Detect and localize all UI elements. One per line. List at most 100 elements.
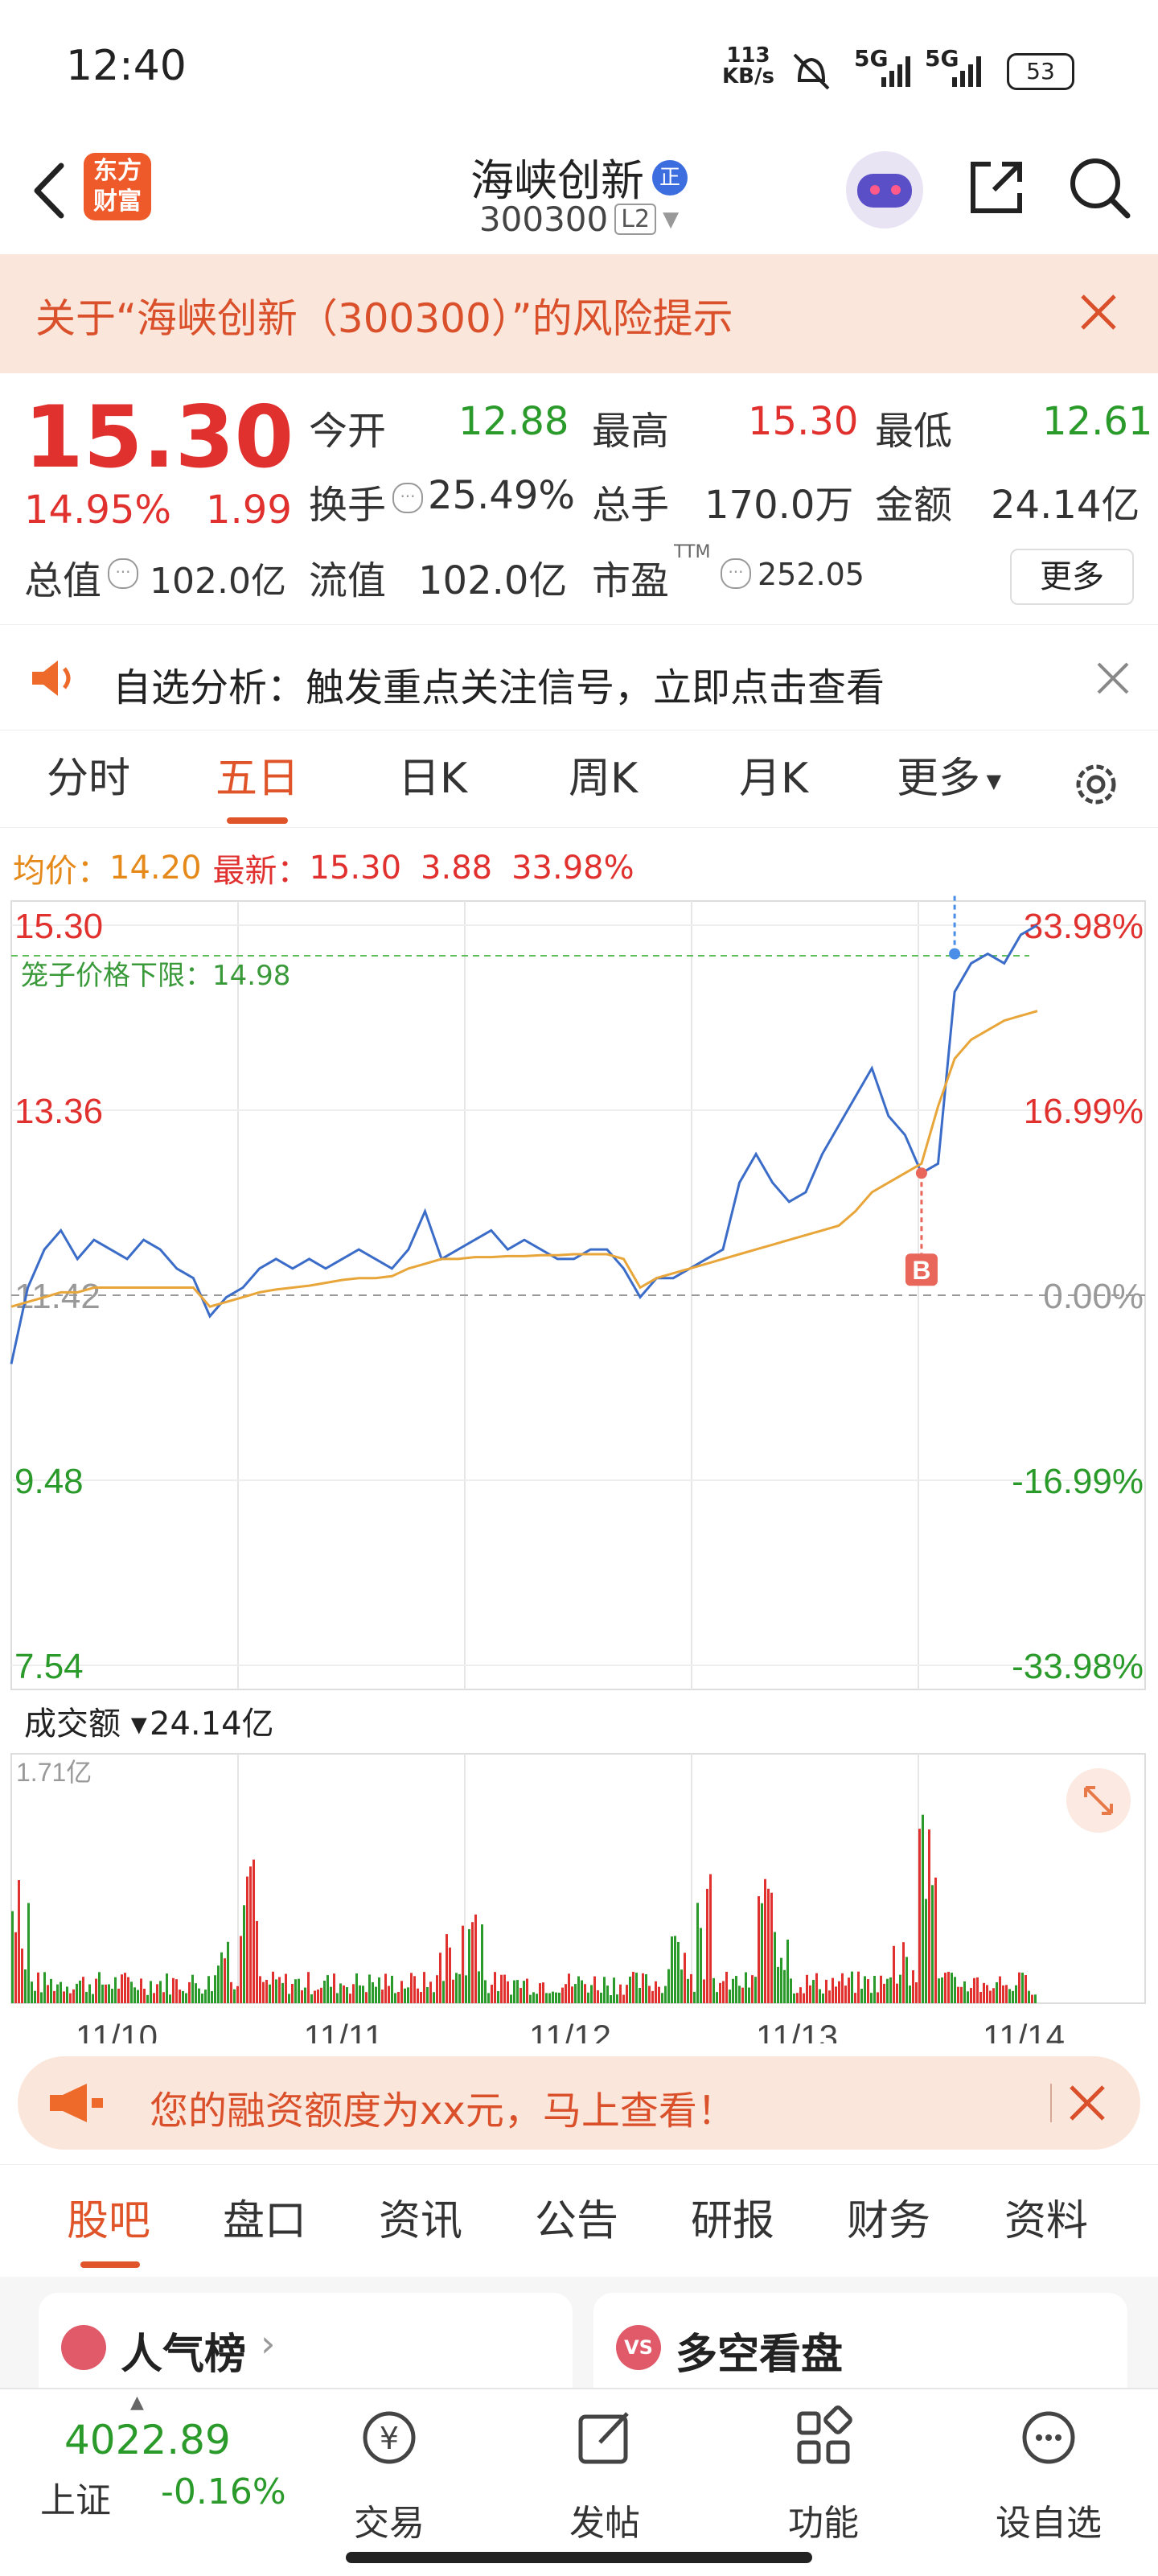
volume-bar — [449, 1947, 451, 2003]
risk-banner[interactable]: 关于“海峡创新（300300）”的风险提示 — [0, 254, 1158, 373]
volume-bar — [400, 1981, 403, 2003]
badge: 正 — [652, 159, 688, 195]
y-right-tick: 16.99% — [1024, 1092, 1144, 1131]
volume-bar — [323, 1981, 326, 2003]
volume-bar — [159, 1981, 162, 2003]
volume-bar — [761, 1903, 763, 2003]
volume-bar — [500, 1974, 503, 2003]
volume-bar — [243, 1905, 245, 2003]
volume-bar — [976, 1977, 979, 2003]
total-value-label: 总值 — [24, 558, 102, 603]
volume-bar — [317, 1990, 319, 2003]
volume-bar — [780, 1957, 782, 2003]
volume-bar — [79, 1980, 81, 2003]
volume-bar — [639, 1987, 641, 2003]
popularity-card[interactable]: 人气榜 › — [39, 2293, 573, 2397]
close-icon[interactable] — [1078, 291, 1119, 333]
search-icon[interactable] — [1065, 153, 1134, 222]
volume-bar — [188, 1981, 191, 2003]
long-short-card[interactable]: VS 多空看盘 — [593, 2293, 1127, 2397]
financing-promo-banner[interactable]: 您的融资额度为xx元，马上查看！ — [18, 2056, 1140, 2150]
quote-panel: 15.30 14.95% 1.99 今开 12.88 最高 15.30 最低 1… — [0, 373, 1158, 623]
volume-bar — [529, 1994, 532, 2003]
tab-more[interactable]: 更多 ▼ — [885, 730, 1013, 827]
turnover-label: 换手 — [309, 483, 387, 528]
volume-bar — [828, 1990, 831, 2003]
tab-daily-k[interactable]: 日K — [360, 730, 505, 827]
volume-bar — [931, 1885, 934, 2003]
share-icon[interactable] — [963, 154, 1029, 220]
volume-bar — [281, 1982, 284, 2003]
tab-announcements[interactable]: 公告 — [516, 2165, 637, 2278]
volume-bar — [581, 1980, 583, 2003]
info-icon[interactable]: ··· — [108, 558, 138, 589]
volume-bar — [191, 1974, 194, 2003]
volume-bar — [790, 1978, 792, 2003]
tab-monthly-k[interactable]: 月K — [701, 730, 846, 827]
notice-text: 自选分析：触发重点关注信号，立即点击查看 — [113, 665, 885, 710]
close-icon[interactable] — [1095, 660, 1131, 696]
volume-bar — [1031, 1994, 1033, 2003]
signal-bars-icon — [881, 56, 910, 87]
volume-bar — [812, 1980, 815, 2003]
volume-bar — [326, 1975, 329, 2003]
volume-bar — [236, 1985, 239, 2003]
volume-bar — [658, 1986, 660, 2003]
volume-bar — [542, 1982, 544, 2003]
trade-button[interactable]: ¥ 交易 — [309, 2389, 470, 2550]
volume-bar — [786, 1939, 789, 2003]
tab-profile[interactable]: 资料 — [986, 2165, 1107, 2278]
info-icon[interactable]: ··· — [721, 558, 751, 589]
volume-bar — [458, 1973, 461, 2003]
bottom-nav: ▲ 4022.89 上证 -0.16% ¥ 交易 发帖 功能 设自选 — [0, 2388, 1158, 2576]
tab-five-day[interactable]: 五日 — [185, 730, 330, 827]
tab-research[interactable]: 研报 — [672, 2165, 793, 2278]
volume-bar — [56, 1984, 59, 2003]
volume-bar — [31, 1981, 33, 2003]
chevron-down-icon[interactable]: ▼ — [663, 208, 679, 232]
volume-label: 成交额 ▾ — [24, 1706, 147, 1743]
add-watchlist-button[interactable]: 设自选 — [968, 2389, 1129, 2550]
volume-bar — [503, 1974, 506, 2003]
tab-order-book[interactable]: 盘口 — [204, 2165, 325, 2278]
volume-bar — [664, 1985, 667, 2003]
volume-bar — [233, 1989, 236, 2003]
volume-bar — [391, 1975, 393, 2003]
volume-bar — [712, 1977, 715, 2003]
volume-bar — [918, 1829, 921, 2003]
volume-bar — [809, 1985, 811, 2003]
volume-bar — [867, 1979, 869, 2003]
function-button[interactable]: 功能 — [743, 2389, 904, 2550]
amount-value: 24.14亿 — [991, 483, 1140, 528]
volume-bar — [1002, 1985, 1004, 2003]
volume-bar — [519, 1988, 522, 2003]
tab-weekly-k[interactable]: 周K — [531, 730, 676, 827]
volume-bar — [452, 1979, 454, 2003]
close-icon[interactable] — [1068, 2084, 1107, 2122]
settings-gear-icon[interactable] — [1070, 758, 1123, 811]
info-icon[interactable]: ··· — [392, 483, 423, 513]
volume-bar — [246, 1876, 248, 2003]
volume-bar — [423, 1972, 425, 2003]
volume-bar — [18, 1880, 20, 2003]
robot-assistant-icon[interactable] — [846, 151, 923, 228]
volume-bar — [680, 1969, 683, 2003]
volume-bar — [150, 1981, 152, 2003]
volume-bar — [593, 1976, 596, 2003]
volume-bar — [864, 1976, 866, 2003]
volume-bar — [346, 1987, 348, 2003]
trade-icon: ¥ — [363, 2411, 416, 2464]
tab-finance[interactable]: 财务 — [828, 2165, 949, 2278]
volume-bar — [1034, 1994, 1037, 2003]
notice-bar[interactable]: 自选分析：触发重点关注信号，立即点击查看 — [0, 624, 1158, 730]
post-button[interactable]: 发帖 — [524, 2389, 685, 2550]
tab-intraday[interactable]: 分时 — [16, 730, 161, 827]
index-value[interactable]: 4022.89 — [64, 2417, 231, 2463]
tab-news[interactable]: 资讯 — [360, 2165, 481, 2278]
speaker-icon — [32, 660, 71, 696]
volume-bar — [758, 1896, 760, 2003]
volume-bar — [835, 1986, 837, 2003]
more-button[interactable]: 更多 — [1010, 549, 1134, 605]
tab-guba[interactable]: 股吧 — [48, 2165, 169, 2278]
five-day-chart[interactable]: 均价： 14.20 最新： 15.30 3.88 33.98% 15.30 33.… — [0, 829, 1158, 2043]
